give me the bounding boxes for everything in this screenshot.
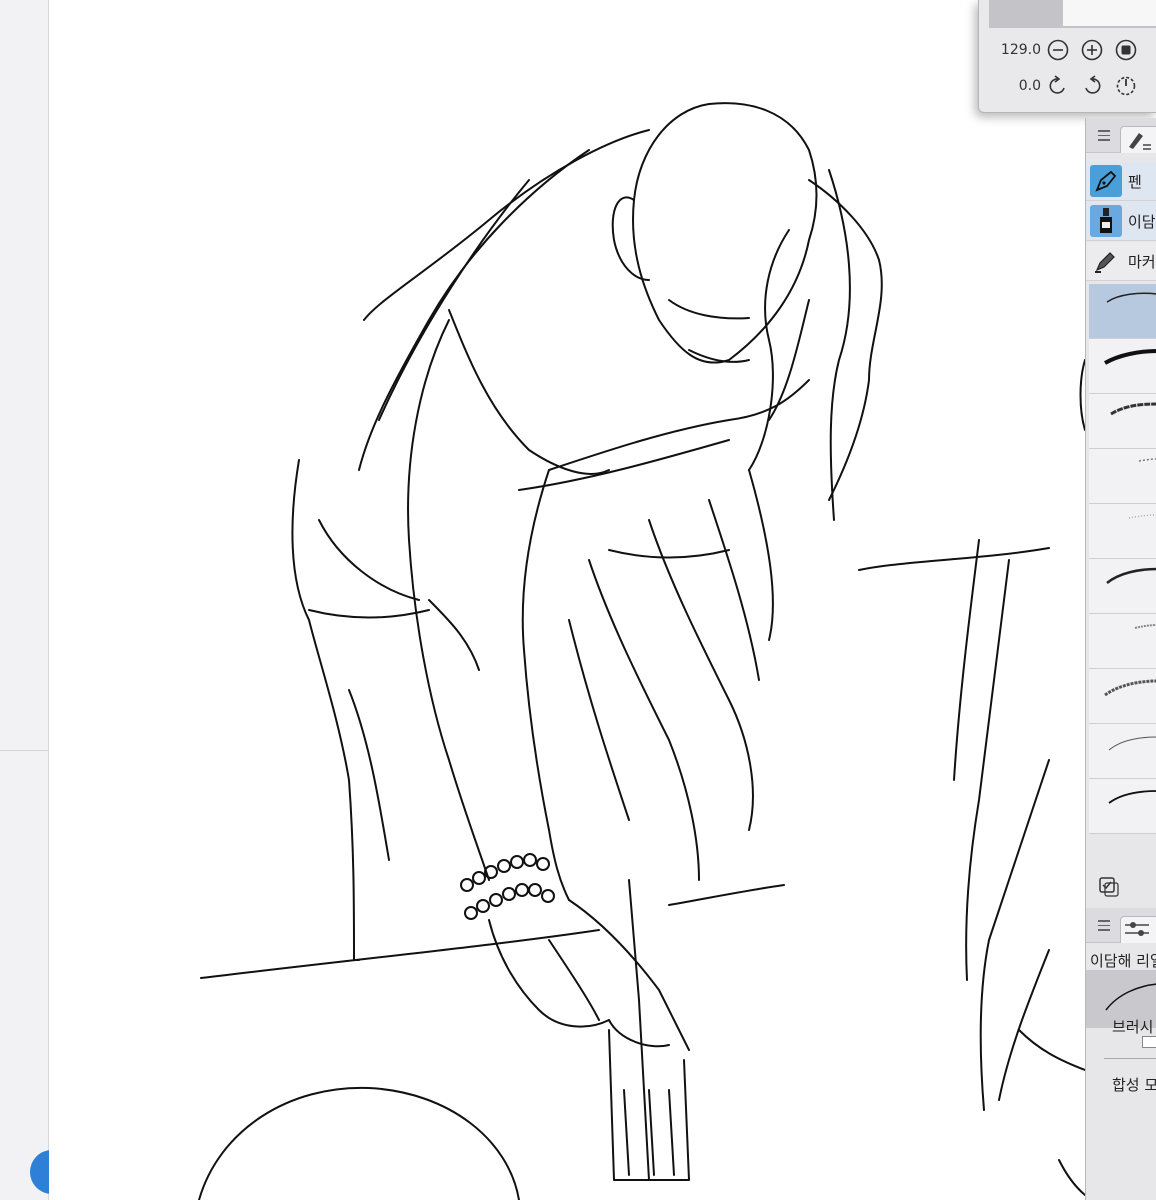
tool-property-tabbar (1086, 908, 1156, 943)
marker-icon (1090, 245, 1122, 277)
brush-item[interactable] (1089, 284, 1156, 339)
sub-tool-panel: 펜 이담 마커 이담해 리 브러시 합성 모 (1085, 118, 1156, 1200)
tool-label-pen: 펜 (1128, 172, 1142, 191)
zoom-out-icon[interactable] (1047, 39, 1069, 61)
subtool-name-label: 이담해 리얼 (1090, 952, 1156, 970)
brush-item[interactable] (1089, 614, 1156, 669)
navigator-thumbnail (1063, 0, 1156, 26)
brush-item[interactable] (1089, 559, 1156, 614)
brush-stroke-preview (1106, 567, 1156, 584)
rotate-left-icon[interactable] (1047, 75, 1069, 97)
reset-rotation-icon[interactable] (1115, 75, 1137, 97)
brush-stroke-preview (1104, 349, 1156, 365)
tool-item-ink[interactable]: 이담 (1086, 202, 1156, 241)
property-divider (1104, 1058, 1156, 1059)
line-art-drawing (198, 102, 1085, 1200)
brush-item[interactable] (1089, 504, 1156, 559)
tab-pen-tool[interactable] (1120, 126, 1156, 153)
brush-stroke-preview (1108, 736, 1156, 751)
brush-stroke-preview (1134, 624, 1156, 629)
brush-size-checkbox[interactable] (1142, 1036, 1156, 1048)
brush-item[interactable] (1089, 449, 1156, 504)
brush-item[interactable] (1089, 339, 1156, 394)
panel-menu-icon[interactable] (1098, 130, 1110, 141)
zoom-in-icon[interactable] (1081, 39, 1103, 61)
drawing-canvas[interactable] (49, 0, 1085, 1200)
brush-stroke-preview (1128, 514, 1156, 519)
brush-stroke-preview (1138, 458, 1156, 462)
sub-tool-settings-icon[interactable] (1098, 876, 1120, 898)
bracelet-beads (460, 853, 555, 920)
ink-bottle-icon (1090, 205, 1122, 237)
navigator-panel: 129.0 0.0 (978, 0, 1156, 113)
tool-label-marker: 마커 (1128, 252, 1156, 271)
brush-stroke-preview (1104, 679, 1156, 697)
tab-tool-property[interactable] (1120, 916, 1156, 943)
tool-label-ink: 이담 (1128, 212, 1156, 231)
brush-item[interactable] (1089, 724, 1156, 779)
navigator-preview[interactable] (989, 0, 1156, 28)
rotation-row: 0.0 (979, 72, 1156, 100)
strip-divider (0, 750, 48, 751)
brush-item[interactable] (1089, 669, 1156, 724)
zoom-value: 129.0 (1000, 42, 1041, 58)
fit-to-screen-icon[interactable] (1115, 39, 1137, 61)
tool-item-marker[interactable]: 마커 (1086, 242, 1156, 281)
brush-size-label: 브러시 (1112, 1018, 1154, 1036)
rotate-right-icon[interactable] (1081, 75, 1103, 97)
left-side-strip (0, 0, 74, 1200)
rotation-value: 0.0 (1018, 78, 1041, 94)
sub-tool-tabbar (1086, 118, 1156, 153)
brush-item[interactable] (1089, 394, 1156, 449)
panel-menu-icon[interactable] (1098, 920, 1110, 931)
tool-item-pen[interactable]: 펜 (1086, 162, 1156, 201)
brush-stroke-preview (1106, 292, 1156, 303)
pen-nib-icon (1090, 165, 1122, 197)
zoom-row: 129.0 (979, 36, 1156, 64)
brush-item[interactable] (1089, 779, 1156, 834)
brush-stroke-preview (1108, 790, 1156, 804)
brush-stroke-preview (1110, 402, 1156, 416)
blend-mode-label: 합성 모 (1112, 1076, 1156, 1094)
